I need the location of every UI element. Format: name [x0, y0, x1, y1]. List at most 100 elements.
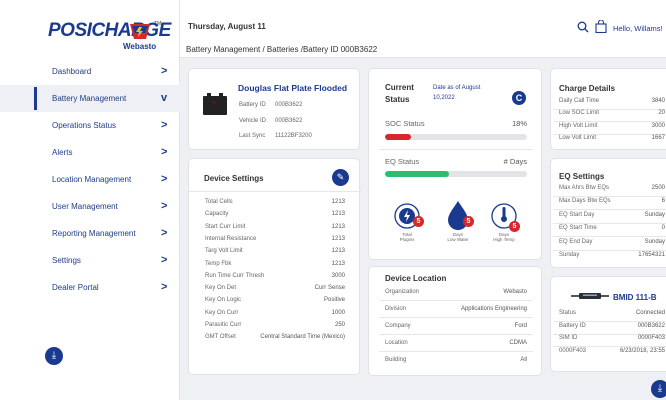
- battery-info-card: + Douglas Flat Plate Flooded Battery ID …: [188, 68, 360, 150]
- row-label: GMT Offset: [205, 334, 236, 341]
- status-title-line1: Current: [385, 83, 414, 92]
- row-label: Key On Logic: [205, 297, 242, 304]
- last-sync-value: 11122BF3200: [275, 133, 312, 139]
- sidebar-item-battery-management[interactable]: Battery Management v: [0, 85, 180, 112]
- sidebar-item-label: Dealer Portal: [52, 283, 99, 292]
- bmid-title: BMID 111-B: [613, 293, 657, 302]
- row-value: 2500: [651, 185, 665, 191]
- row-value: Ford: [514, 323, 527, 329]
- row-value: 20: [658, 110, 665, 117]
- chevron-right-icon: >: [161, 254, 168, 266]
- sidebar-item-alerts[interactable]: Alerts >: [0, 139, 180, 166]
- row-label: Status: [559, 310, 577, 316]
- row-value: 6/23/2018, 23:55: [619, 347, 665, 354]
- battery-id-label: Battery ID: [239, 102, 266, 108]
- chevron-right-icon: >: [161, 200, 168, 212]
- sidebar-item-user-management[interactable]: User Management >: [0, 193, 180, 220]
- low-water-label-2: Low Water: [447, 237, 469, 242]
- chevron-right-icon: >: [161, 119, 168, 131]
- row-label: Organization: [385, 289, 420, 295]
- sidebar-item-label: Operations Status: [52, 121, 117, 130]
- row-value: Positive: [323, 297, 345, 304]
- sidebar-item-operations-status[interactable]: Operations Status >: [0, 112, 180, 139]
- low-water-badge: 5: [463, 216, 474, 227]
- divider: [189, 191, 361, 192]
- bmid-card: BMID 111-B Status Connected Battery ID 000B…: [550, 276, 666, 372]
- row-label: Key On Curr: [205, 309, 239, 316]
- row-divider: [379, 351, 533, 352]
- row-value: All: [520, 357, 527, 363]
- shopping-bag-icon[interactable]: [595, 20, 607, 33]
- soc-progress-bar: [385, 134, 527, 140]
- row-label: Key On Det: [205, 285, 237, 292]
- high-temp-badge: 5: [509, 221, 520, 232]
- row-divider: [553, 209, 666, 211]
- row-label: EQ Start Time: [559, 225, 597, 232]
- row-divider: [379, 317, 533, 318]
- sidebar-item-reporting-management[interactable]: Reporting Management >: [0, 220, 180, 247]
- download-icon: ⤓: [657, 383, 663, 394]
- battery-id-value: 000B3622: [275, 102, 303, 108]
- sidebar-item-label: Location Management: [52, 175, 132, 184]
- refresh-button[interactable]: C: [512, 91, 526, 105]
- row-value: 1213: [331, 223, 345, 230]
- row-value: Curr Sense: [314, 285, 345, 292]
- search-icon[interactable]: [577, 21, 589, 33]
- low-water-gauge: 5 Days Low Water: [443, 199, 474, 242]
- sidebar-item-location-management[interactable]: Location Management >: [0, 166, 180, 193]
- plugins-gauge: 5 Total Plugins: [392, 201, 424, 242]
- row-value: 000B3622: [637, 322, 665, 329]
- charge-details-card: Charge Details Daily Call Time 3840 Low SO…: [550, 68, 666, 150]
- row-label: Capacity: [205, 211, 229, 218]
- row-value: 1213: [331, 235, 345, 242]
- user-greeting[interactable]: Hello, Willams!: [613, 24, 663, 33]
- eq-progress-fill: [385, 171, 449, 177]
- sidebar-item-label: Settings: [52, 256, 81, 265]
- row-label: 0000F403: [559, 347, 587, 354]
- row-value: 3000: [331, 272, 345, 279]
- row-label: Run Time Curr Thresh: [205, 272, 265, 279]
- edit-button[interactable]: ✎: [332, 169, 349, 186]
- vehicle-id-label: Vehicle ID: [239, 118, 267, 124]
- row-label: Temp Fbk: [205, 260, 232, 267]
- divider: [379, 149, 533, 150]
- row-value: Connected: [635, 310, 665, 316]
- row-label: Daily Call Time: [559, 98, 600, 104]
- row-value: 1213: [331, 260, 345, 267]
- soc-progress-fill: [385, 134, 411, 140]
- row-label: Division: [385, 306, 407, 312]
- row-value: Sunday: [644, 211, 665, 218]
- row-divider: [553, 222, 666, 224]
- sidebar-item-settings[interactable]: Settings >: [0, 247, 180, 274]
- soc-status-label: SOC Status: [385, 119, 425, 128]
- row-label: Total Cells: [205, 199, 233, 205]
- battery-title: Douglas Flat Plate Flooded: [238, 83, 348, 93]
- row-value: 250: [334, 322, 345, 328]
- row-value: Central Standard Time (Mexico): [260, 334, 345, 341]
- row-value: 0000F403: [637, 335, 665, 342]
- download-button[interactable]: ⤓: [45, 347, 63, 365]
- row-value: 1000: [331, 309, 345, 316]
- chevron-right-icon: >: [161, 146, 168, 158]
- sidebar-item-dashboard[interactable]: Dashboard >: [0, 58, 180, 85]
- row-value: 1213: [331, 211, 345, 218]
- row-label: Internal Resistance: [205, 235, 257, 242]
- download-button[interactable]: ⤓: [651, 380, 666, 398]
- plugins-badge: 5: [413, 216, 424, 227]
- device-location-card: Device Location Organization Webasto Divis…: [368, 266, 542, 376]
- row-label: Low Volt Limit: [559, 135, 597, 142]
- charge-details-title: Charge Details: [559, 84, 616, 93]
- top-header: Thursday, August 11 Battery Management /…: [180, 0, 666, 58]
- device-location-title: Device Location: [385, 274, 447, 283]
- sidebar-item-dealer-portal[interactable]: Dealer Portal >: [0, 274, 180, 301]
- row-label: Parasitic Curr: [205, 322, 242, 328]
- eq-settings-card: EQ Settings Max Ahrs Btw EQs 2500 Max Days…: [550, 158, 666, 268]
- row-value: CDMA: [509, 340, 527, 346]
- row-label: Location: [385, 340, 408, 346]
- current-date: Thursday, August 11: [188, 22, 266, 31]
- eq-progress-bar: [385, 171, 527, 177]
- sidebar-item-label: Battery Management: [52, 94, 127, 103]
- current-status-card: Current Status Date as of August 10,2022…: [368, 68, 542, 260]
- eq-settings-title: EQ Settings: [559, 172, 605, 181]
- sidebar-item-label: Dashboard: [52, 67, 92, 76]
